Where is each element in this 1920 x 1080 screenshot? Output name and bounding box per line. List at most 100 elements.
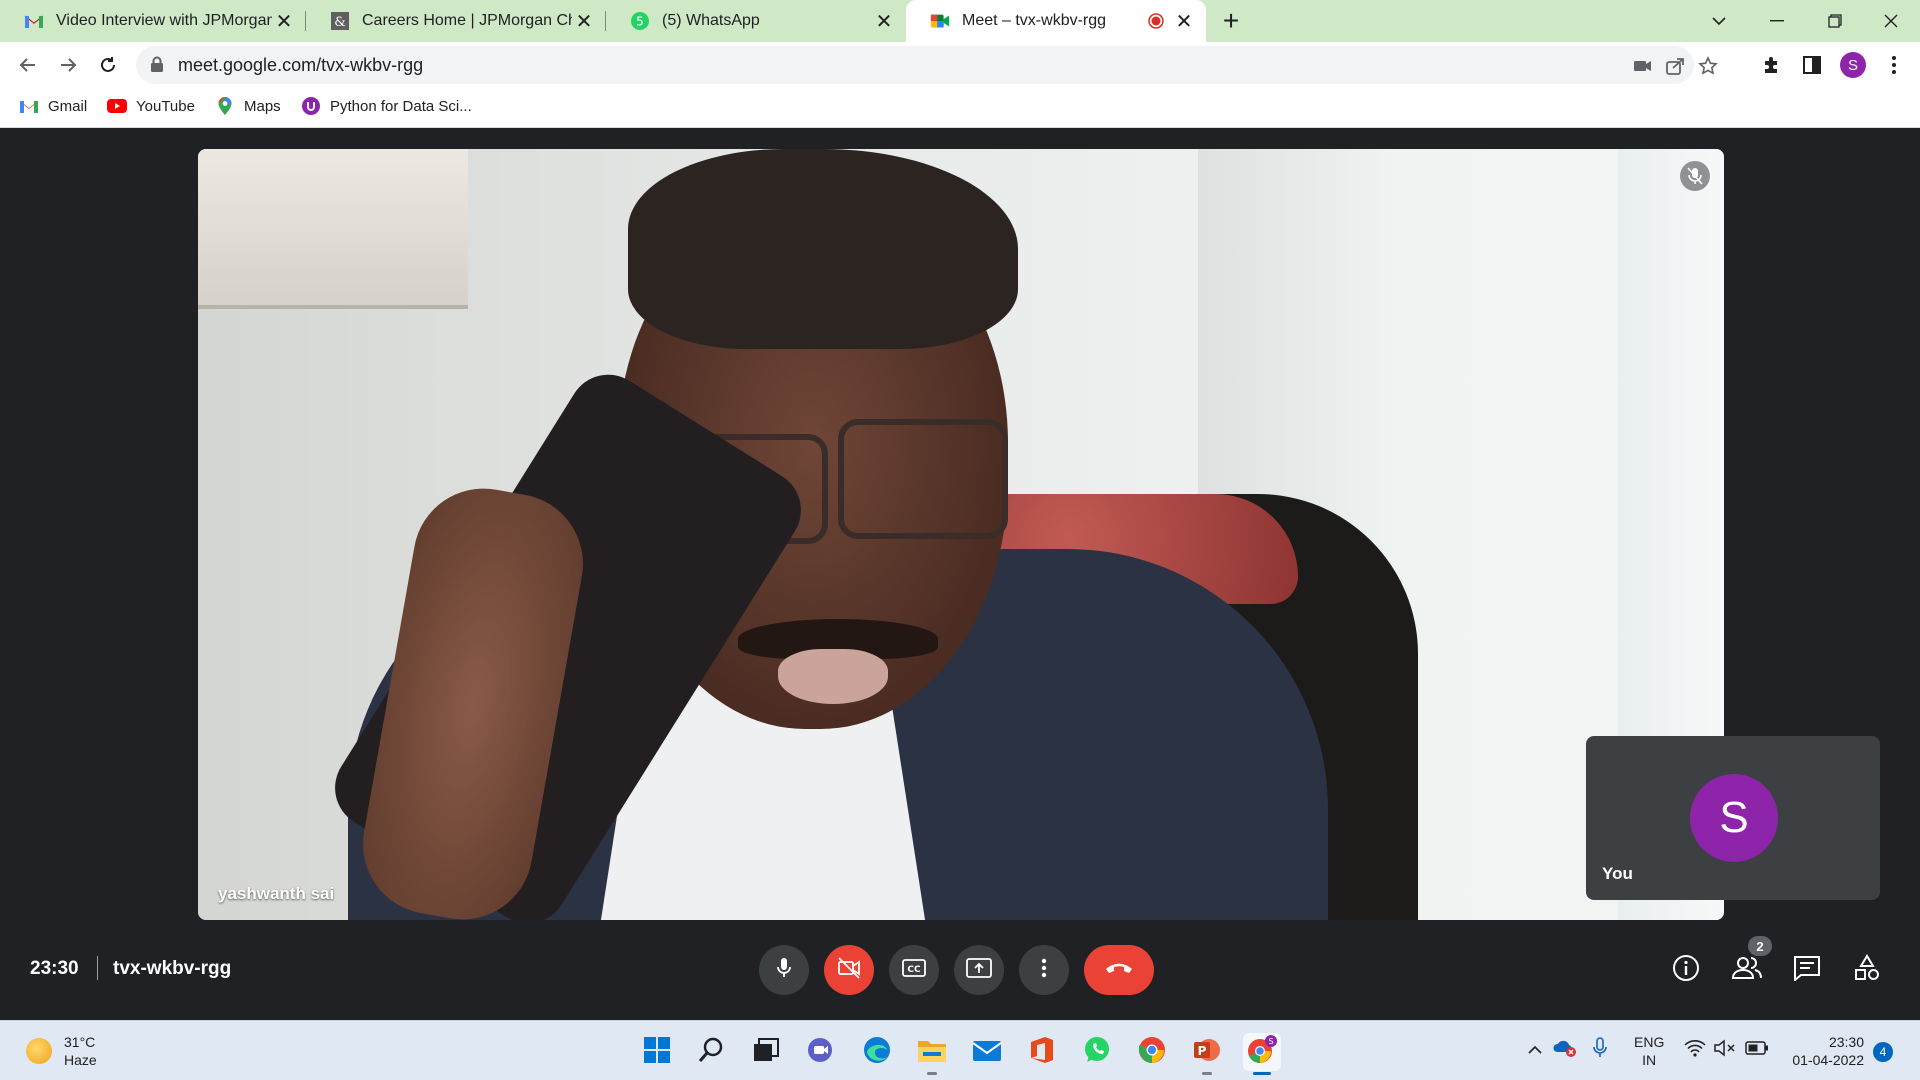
close-tab-icon[interactable]: ✕: [872, 9, 896, 33]
camera-off-icon: [837, 956, 861, 984]
captions-icon: CC: [902, 958, 926, 982]
captions-button[interactable]: CC: [889, 945, 939, 995]
video-glasses-right: [838, 419, 1008, 539]
restore-button[interactable]: [1806, 0, 1864, 42]
svg-text:S: S: [1268, 1037, 1273, 1046]
activities-button[interactable]: [1847, 950, 1887, 990]
windows-taskbar: 31°C Haze P S ENG IN 23:30 01-04-2022 4: [0, 1020, 1920, 1080]
show-hidden-icons-button[interactable]: [1524, 1035, 1546, 1065]
svg-text:CC: CC: [907, 965, 921, 975]
meet-icon: [930, 11, 950, 31]
chrome-profile-taskbar-button[interactable]: S: [1243, 1033, 1281, 1075]
folder-icon: [917, 1037, 947, 1068]
self-view-tile[interactable]: S You: [1586, 736, 1880, 900]
bookmark-python-course[interactable]: Python for Data Sci...: [300, 96, 472, 116]
forward-button[interactable]: [52, 49, 84, 81]
camera-off-button[interactable]: [824, 945, 874, 995]
bookmark-star-icon[interactable]: [1695, 53, 1721, 79]
reload-button[interactable]: [92, 49, 124, 81]
hang-up-icon: [1104, 961, 1134, 980]
input-language-indicator[interactable]: ENG IN: [1634, 1033, 1664, 1069]
more-vert-icon: [1041, 958, 1047, 983]
bookmark-label: Gmail: [48, 97, 88, 115]
office-button[interactable]: [1023, 1033, 1061, 1071]
tab-whatsapp[interactable]: 5 (5) WhatsApp ✕: [606, 0, 906, 42]
tab-strip: Video Interview with JPMorgan C ✕ & Care…: [0, 0, 1920, 42]
search-icon: [697, 1036, 725, 1069]
close-window-button[interactable]: [1862, 0, 1920, 42]
chrome-menu-icon[interactable]: [1880, 51, 1908, 79]
notification-badge[interactable]: 4: [1873, 1042, 1893, 1062]
svg-text:5: 5: [636, 15, 644, 29]
close-tab-icon[interactable]: ✕: [1172, 9, 1196, 33]
chevron-up-icon: [1528, 1041, 1542, 1059]
camera-in-use-icon[interactable]: [1630, 53, 1656, 79]
mail-button[interactable]: [968, 1033, 1006, 1071]
bookmark-maps[interactable]: Maps: [214, 96, 281, 116]
leave-call-button[interactable]: [1084, 945, 1154, 995]
teams-chat-icon: [807, 1037, 835, 1068]
chrome-profile-icon: S: [1247, 1034, 1277, 1070]
bookmark-youtube[interactable]: YouTube: [106, 96, 195, 116]
people-button[interactable]: [1727, 950, 1767, 990]
battery-tray-button[interactable]: [1742, 1035, 1772, 1065]
bookmark-gmail[interactable]: Gmail: [18, 96, 87, 116]
tab-title: Careers Home | JPMorgan Chase: [362, 12, 572, 29]
main-video-tile[interactable]: yashwanth sai: [198, 149, 1724, 920]
microphone-button[interactable]: [759, 945, 809, 995]
bookmark-label: Maps: [244, 97, 281, 115]
extensions-icon[interactable]: [1758, 51, 1786, 79]
tab-search-chevron-icon[interactable]: [1690, 0, 1748, 42]
start-button[interactable]: [638, 1033, 676, 1071]
bookmark-label: YouTube: [136, 97, 195, 115]
self-label: You: [1602, 864, 1633, 883]
volume-muted-icon: [1714, 1038, 1736, 1062]
teams-chat-button[interactable]: [802, 1033, 840, 1071]
tab-title: Video Interview with JPMorgan C: [56, 12, 272, 29]
close-tab-icon[interactable]: ✕: [272, 9, 296, 33]
profile-avatar[interactable]: S: [1840, 52, 1866, 78]
present-screen-button[interactable]: [954, 945, 1004, 995]
search-button[interactable]: [692, 1033, 730, 1071]
new-tab-button[interactable]: +: [1216, 5, 1246, 36]
video-mouth: [778, 649, 888, 704]
chrome-taskbar-button[interactable]: [1133, 1033, 1171, 1071]
office-icon: [1029, 1036, 1055, 1069]
chat-button[interactable]: [1787, 950, 1827, 990]
volume-tray-button[interactable]: [1712, 1035, 1738, 1065]
wifi-tray-button[interactable]: [1682, 1035, 1708, 1065]
edge-button[interactable]: [858, 1033, 896, 1071]
svg-text:&: &: [334, 15, 346, 30]
chat-icon: [1793, 955, 1821, 986]
share-icon[interactable]: [1662, 53, 1688, 79]
meeting-code: tvx-wkbv-rgg: [113, 958, 232, 979]
taskbar-clock[interactable]: 23:30 01-04-2022: [1784, 1033, 1864, 1069]
tab-title: (5) WhatsApp: [662, 12, 760, 29]
weather-condition: Haze: [64, 1052, 97, 1068]
task-view-button[interactable]: [747, 1033, 785, 1071]
powerpoint-icon: P: [1193, 1036, 1221, 1069]
powerpoint-button[interactable]: P: [1188, 1033, 1226, 1075]
battery-icon: [1745, 1040, 1769, 1060]
side-panel-icon[interactable]: [1798, 51, 1826, 79]
file-explorer-button[interactable]: [913, 1033, 951, 1075]
close-tab-icon[interactable]: ✕: [572, 9, 596, 33]
browser-toolbar: meet.google.com/tvx-wkbv-rgg S: [0, 42, 1920, 88]
more-options-button[interactable]: [1019, 945, 1069, 995]
weather-temp: 31°C: [64, 1034, 96, 1050]
lock-icon[interactable]: [150, 56, 164, 78]
tab-careers-home[interactable]: & Careers Home | JPMorgan Chase ✕: [306, 0, 606, 42]
minimize-button[interactable]: [1748, 0, 1806, 42]
address-bar[interactable]: meet.google.com/tvx-wkbv-rgg: [136, 46, 1718, 84]
running-indicator: [1202, 1072, 1212, 1075]
onedrive-tray-button[interactable]: [1552, 1035, 1578, 1065]
recording-icon: [1146, 11, 1166, 31]
meeting-details-button[interactable]: [1666, 950, 1706, 990]
whatsapp-taskbar-button[interactable]: [1078, 1033, 1116, 1071]
url-text[interactable]: meet.google.com/tvx-wkbv-rgg: [178, 55, 423, 76]
tab-video-interview[interactable]: Video Interview with JPMorgan C ✕: [0, 0, 306, 42]
microphone-tray-button[interactable]: [1588, 1035, 1612, 1065]
back-button[interactable]: [12, 49, 44, 81]
tab-meet[interactable]: Meet – tvx-wkbv-rgg ✕: [906, 0, 1206, 42]
weather-widget[interactable]: 31°C Haze: [26, 1033, 97, 1069]
